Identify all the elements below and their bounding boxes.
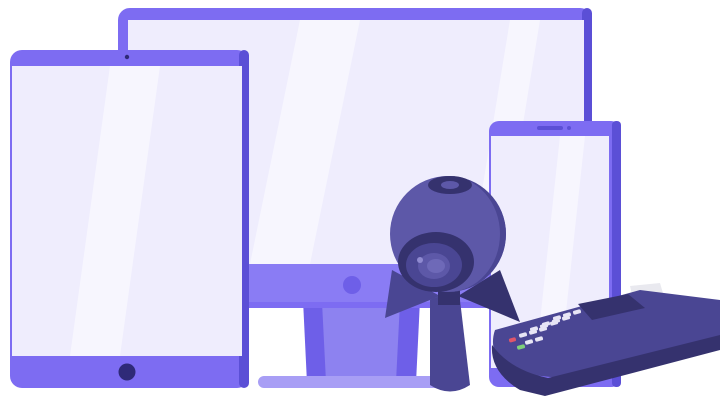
monitor-power-button bbox=[343, 276, 361, 294]
tablet-icon bbox=[10, 50, 249, 388]
phone-front-camera bbox=[567, 126, 571, 130]
phone-speaker bbox=[537, 126, 563, 130]
webcam-mount-back bbox=[430, 296, 470, 392]
devices-illustration bbox=[10, 8, 720, 396]
monitor-stand-base bbox=[258, 376, 446, 388]
tablet-home-button bbox=[118, 363, 136, 381]
webcam-lens-glass bbox=[427, 259, 445, 273]
webcam-top-cap-inner bbox=[441, 181, 459, 189]
webcam-lens-glint bbox=[417, 257, 423, 263]
tablet-camera bbox=[124, 54, 130, 60]
